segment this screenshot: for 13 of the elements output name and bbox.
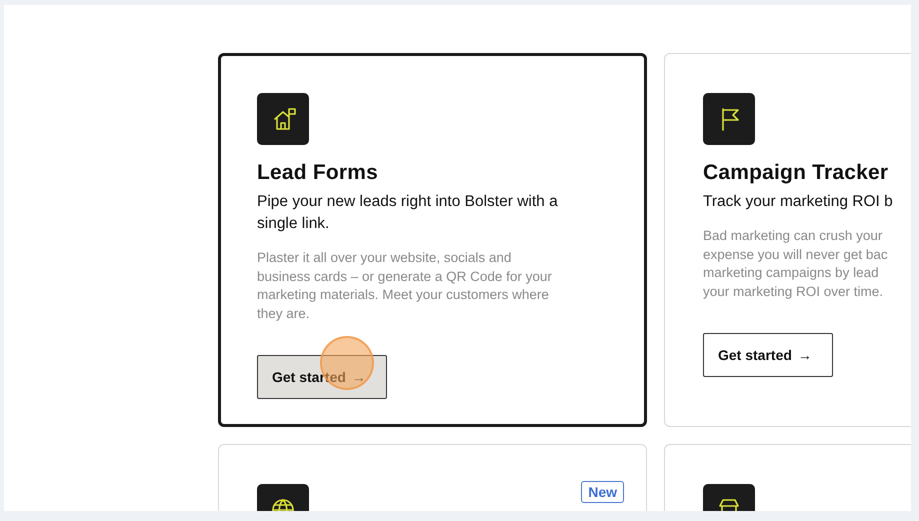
card-subtitle: Pipe your new leads right into Bolster with a single link. — [257, 192, 559, 234]
new-badge: New — [581, 481, 624, 503]
feature-card[interactable] — [218, 53, 647, 427]
card-description: Plaster it all over your website, socials and business cards – or generate a QR Code for your marketing materials. Meet your customers where they are. — [257, 249, 553, 323]
feature-card[interactable]: Campaign Tracker Track your marketing ROI b Bad marketing can crush your expense you will never get bac marketing campaigns by lead your marketing ROI over time. Get started → — [664, 53, 911, 427]
card-title: Lead Forms — [257, 161, 380, 185]
card-title: Campaign Tracker — [703, 161, 890, 185]
card-description: Bad marketing can crush your expense you will never get bac marketing campaigns by lead your marketing ROI over time. — [703, 227, 889, 301]
card-subtitle: Track your marketing ROI b — [703, 192, 894, 212]
get-started-button[interactable]: Get started → — [703, 333, 833, 377]
arrow-icon: → — [352, 369, 366, 385]
feature-card[interactable]: New — [218, 444, 647, 511]
arrow-icon: → — [798, 347, 812, 363]
